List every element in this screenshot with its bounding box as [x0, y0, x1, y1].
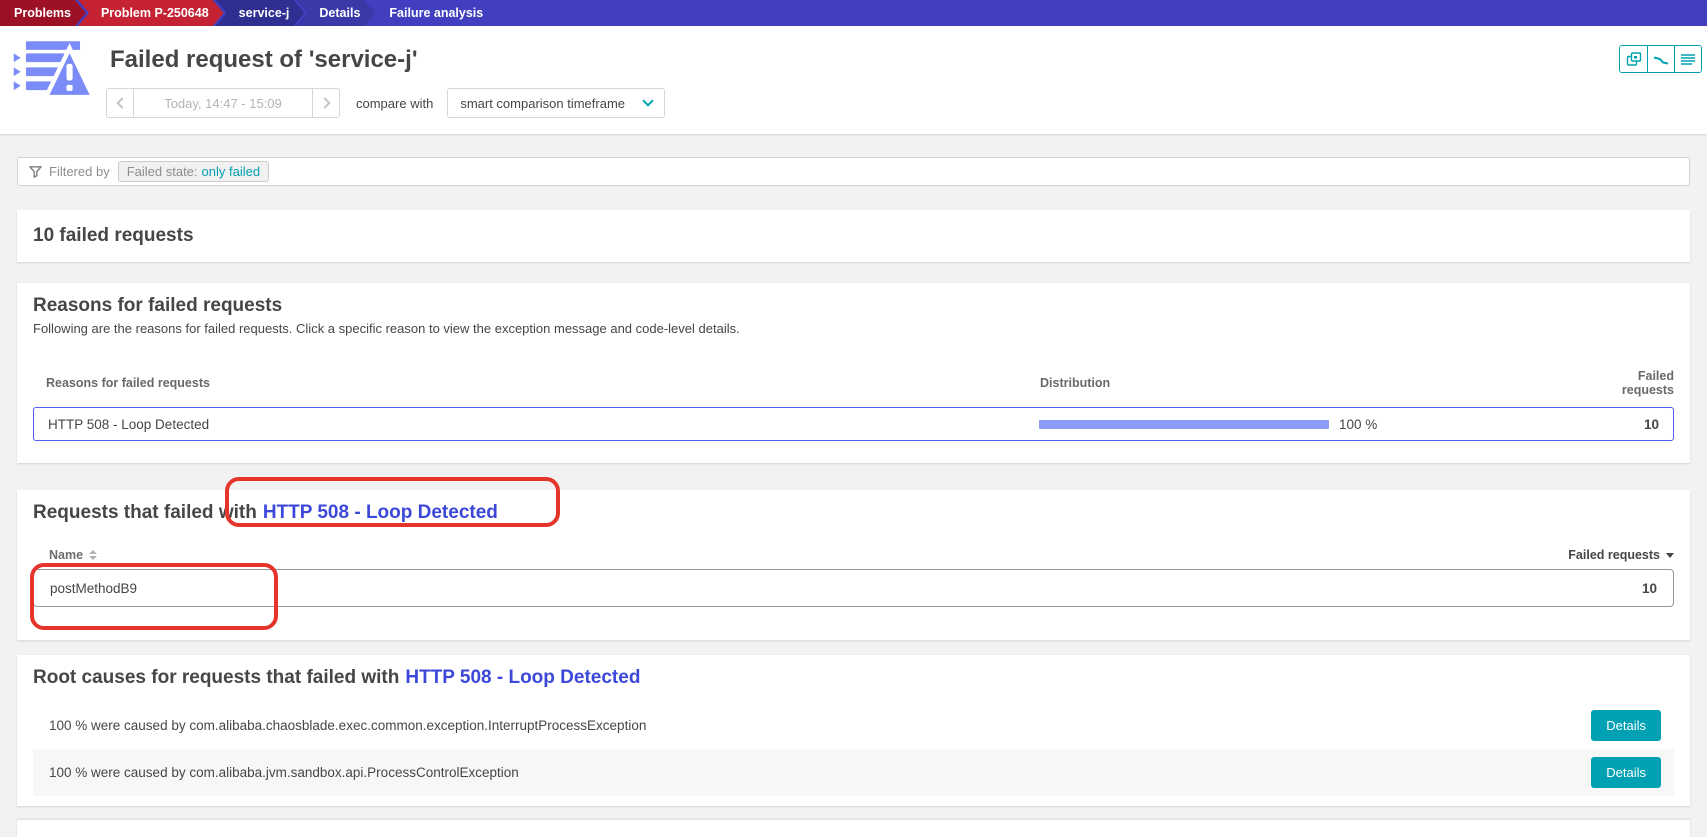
timeframe-next-button[interactable]: [313, 88, 340, 118]
comparison-timeframe-value: smart comparison timeframe: [460, 95, 626, 111]
failed-state-filter-chip[interactable]: Failed state: only failed: [117, 161, 270, 182]
filter-funnel-icon: [29, 166, 42, 178]
failed-request-warning-icon: [12, 38, 97, 107]
column-reasons: Reasons for failed requests: [46, 376, 210, 390]
next-card-sliver: [17, 820, 1690, 837]
root-causes-title: Root causes for requests that failed wit…: [33, 667, 1674, 689]
reason-failed-count: 10: [1643, 416, 1659, 432]
page-title: Failed request of 'service-j': [110, 46, 418, 73]
sort-desc-icon: [1666, 552, 1674, 558]
breadcrumb-problems[interactable]: Problems: [0, 0, 86, 26]
distribution-bar-track: [1039, 419, 1329, 429]
reasons-subtitle: Following are the reasons for failed req…: [33, 321, 740, 336]
trend-view-button[interactable]: [1647, 46, 1674, 72]
breadcrumb-problem-id[interactable]: Problem P-250648: [78, 0, 224, 26]
distribution-cell: 100 %: [1039, 417, 1583, 432]
sort-icon: [89, 550, 98, 560]
request-name: postMethodB9: [50, 580, 138, 596]
filter-bar: Filtered by Failed state: only failed: [17, 157, 1690, 186]
breadcrumb-failure-analysis[interactable]: Failure analysis: [367, 0, 498, 26]
filtered-by-label: Filtered by: [49, 164, 110, 179]
root-cause-row: 100 % were caused by com.alibaba.chaosbl…: [33, 702, 1674, 749]
requests-title-prefix: Requests that failed with: [33, 502, 257, 523]
root-cause-text: 100 % were caused by com.alibaba.chaosbl…: [49, 718, 647, 733]
column-failed-sortable[interactable]: Failed requests: [1568, 548, 1674, 562]
list-view-icon: [1681, 54, 1695, 65]
column-name-sortable[interactable]: Name: [33, 548, 98, 562]
reasons-table-header: Reasons for failed requests Distribution…: [33, 369, 1674, 397]
failed-requests-card: Requests that failed with HTTP 508 - Loop…: [17, 490, 1690, 640]
timeframe-prev-button[interactable]: [106, 88, 133, 118]
column-failed-label: Failed requests: [1568, 548, 1660, 562]
request-row-postMethodB9[interactable]: postMethodB9 10: [33, 569, 1674, 607]
reasons-title: Reasons for failed requests: [33, 295, 283, 316]
breadcrumb-service[interactable]: service-j: [216, 0, 305, 26]
column-failed-requests: Failed requests: [1621, 369, 1674, 397]
export-pages-button[interactable]: [1620, 46, 1647, 72]
details-button[interactable]: Details: [1591, 710, 1661, 741]
breadcrumb-details[interactable]: Details: [296, 0, 375, 26]
requests-title-reason: HTTP 508 - Loop Detected: [262, 502, 498, 523]
view-toggle-group: [1619, 45, 1702, 73]
breadcrumb: Problems Problem P-250648 service-j Deta…: [0, 0, 1707, 26]
failed-requests-count-title: 10 failed requests: [33, 225, 194, 246]
failed-requests-summary-card: 10 failed requests: [17, 210, 1690, 262]
timeframe-controls: Today, 14:47 - 15:09 compare with smart …: [106, 88, 666, 118]
column-distribution: Distribution: [1040, 376, 1111, 390]
root-cause-list: 100 % were caused by com.alibaba.chaosbl…: [33, 702, 1674, 796]
failure-analysis-page: Problems Problem P-250648 service-j Deta…: [0, 0, 1707, 837]
compare-with-label: compare with: [356, 95, 434, 111]
details-button[interactable]: Details: [1591, 757, 1661, 788]
root-causes-title-reason: HTTP 508 - Loop Detected: [405, 667, 641, 688]
reasons-card: Reasons for failed requests Following ar…: [17, 283, 1690, 463]
root-causes-title-prefix: Root causes for requests that failed wit…: [33, 667, 400, 688]
chevron-left-icon: [115, 97, 128, 109]
root-cause-text: 100 % were caused by com.alibaba.jvm.san…: [49, 765, 519, 780]
column-name-label: Name: [49, 548, 84, 562]
filter-chip-key: Failed state:: [126, 164, 198, 179]
comparison-timeframe-dropdown[interactable]: smart comparison timeframe: [447, 88, 666, 118]
page-header: Failed request of 'service-j' Today, 14:…: [0, 26, 1707, 134]
trend-line-icon: [1653, 56, 1669, 65]
chevron-right-icon: [318, 97, 331, 109]
reason-name: HTTP 508 - Loop Detected: [48, 416, 210, 432]
distribution-bar: [1039, 419, 1329, 429]
list-view-button[interactable]: [1674, 46, 1701, 72]
root-cause-row: 100 % were caused by com.alibaba.jvm.san…: [33, 749, 1674, 796]
chevron-down-icon: [642, 95, 654, 107]
requests-title: Requests that failed with HTTP 508 - Loop…: [33, 502, 1674, 524]
request-failed-count: 10: [1641, 580, 1657, 596]
reason-row-http-508[interactable]: HTTP 508 - Loop Detected 100 % 10: [33, 407, 1674, 441]
export-pages-icon: [1626, 52, 1641, 66]
root-causes-card: Root causes for requests that failed wit…: [17, 655, 1690, 806]
timeframe-display[interactable]: Today, 14:47 - 15:09: [133, 88, 313, 118]
distribution-percent: 100 %: [1339, 416, 1378, 432]
filter-chip-value: only failed: [201, 164, 261, 179]
requests-table-header: Name Failed requests: [33, 548, 1674, 562]
